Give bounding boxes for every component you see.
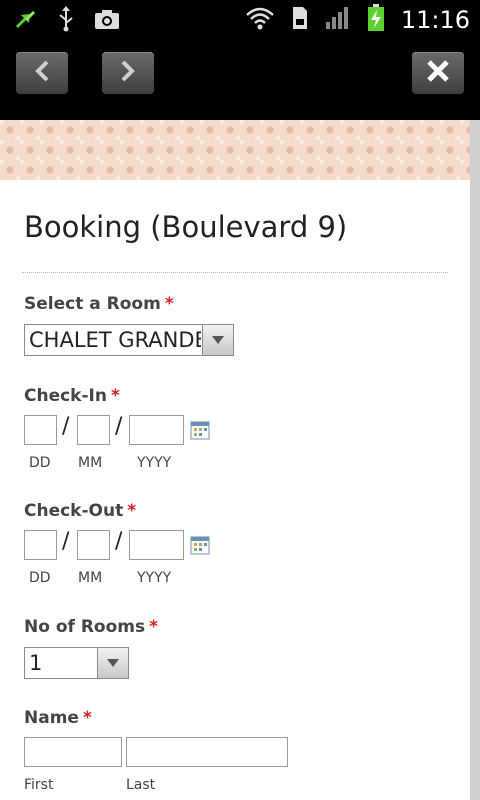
check-in-month-input[interactable] (77, 415, 110, 445)
close-button[interactable] (412, 52, 464, 94)
forward-button[interactable] (102, 52, 154, 94)
date-separator: / (115, 529, 123, 554)
check-in-label: Check-In * (24, 386, 120, 406)
header-pattern-banner (0, 120, 470, 180)
page-scrollbar[interactable] (470, 120, 480, 800)
name-label-text: Name (24, 708, 79, 728)
status-clock: 11:16 (400, 6, 470, 34)
check-in-mm-label: MM (78, 455, 103, 471)
status-bar: 11:16 (0, 0, 480, 38)
required-mark: * (127, 501, 137, 521)
calendar-icon[interactable] (190, 420, 210, 440)
booking-form: Booking (Boulevard 9) Select a Room * CHA… (0, 180, 470, 800)
rooms-select-value: 1 (29, 651, 43, 675)
browser-toolbar (0, 38, 480, 120)
dropdown-arrow-icon (97, 648, 128, 678)
check-in-day-input[interactable] (24, 415, 57, 445)
room-label: Select a Room * (24, 294, 174, 314)
signal-icon (325, 5, 351, 35)
first-name-sublabel: First (24, 777, 54, 793)
date-separator: / (115, 414, 123, 439)
calendar-icon[interactable] (190, 535, 210, 555)
rooms-label: No of Rooms * (24, 617, 158, 637)
check-out-label-text: Check-Out (24, 501, 124, 521)
room-select-value: CHALET GRANDE (29, 328, 201, 352)
last-name-sublabel: Last (126, 777, 156, 793)
check-in-yyyy-label: YYYY (137, 455, 172, 471)
camera-icon (94, 8, 120, 34)
usb-icon (56, 6, 76, 36)
check-out-label: Check-Out * (24, 501, 136, 521)
close-icon (426, 59, 450, 87)
chevron-left-icon (32, 59, 52, 87)
required-mark: * (82, 708, 92, 728)
battery-charging-icon (367, 4, 385, 36)
sync-arrows-icon (12, 6, 38, 36)
date-separator: / (62, 414, 70, 439)
last-name-input[interactable] (126, 737, 288, 767)
check-in-dd-label: DD (29, 455, 51, 471)
name-label: Name * (24, 708, 92, 728)
title-divider (22, 272, 448, 273)
date-separator: / (62, 529, 70, 554)
wifi-icon (245, 5, 275, 35)
back-button[interactable] (16, 52, 68, 94)
sd-card-icon (291, 5, 309, 35)
check-out-day-input[interactable] (24, 530, 57, 560)
required-mark: * (164, 294, 174, 314)
rooms-select[interactable]: 1 (24, 647, 129, 679)
check-out-mm-label: MM (78, 570, 103, 586)
rooms-label-text: No of Rooms (24, 617, 146, 637)
chevron-right-icon (118, 59, 138, 87)
dropdown-arrow-icon (202, 325, 233, 355)
check-out-year-input[interactable] (129, 530, 184, 560)
check-out-month-input[interactable] (77, 530, 110, 560)
room-label-text: Select a Room (24, 294, 161, 314)
check-out-yyyy-label: YYYY (137, 570, 172, 586)
check-in-label-text: Check-In (24, 386, 107, 406)
room-select[interactable]: CHALET GRANDE (24, 324, 234, 356)
required-mark: * (149, 617, 158, 637)
check-in-year-input[interactable] (129, 415, 184, 445)
page-title: Booking (Boulevard 9) (24, 210, 348, 244)
first-name-input[interactable] (24, 737, 122, 767)
required-mark: * (110, 386, 120, 406)
check-out-dd-label: DD (29, 570, 51, 586)
